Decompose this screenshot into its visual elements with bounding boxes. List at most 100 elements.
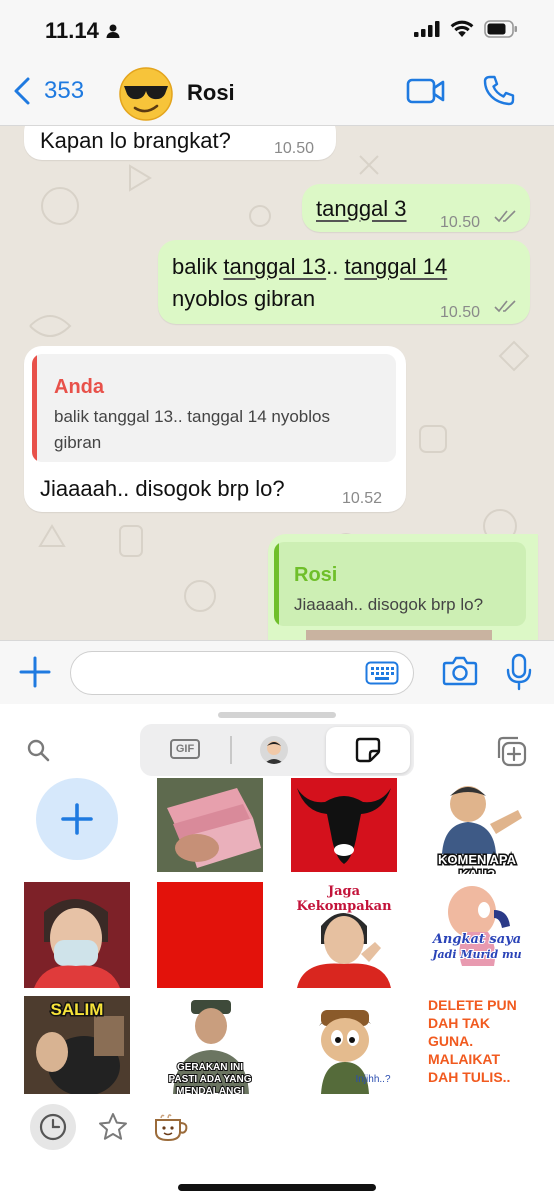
- clock-icon: [39, 1113, 67, 1141]
- quoted-message[interactable]: Rosi Jiaaaah.. disogok brp lo?: [274, 542, 526, 626]
- quoted-message[interactable]: Anda balik tanggal 13.. tanggal 14 nyobl…: [32, 354, 396, 462]
- quote-sender: Anda: [54, 376, 104, 398]
- text-span: balik: [172, 254, 224, 279]
- quote-line: gibran: [54, 433, 102, 452]
- sticker-delete[interactable]: DELETE PUN DAH TAK GUNA. MALAIKAT DAH TU…: [424, 996, 536, 1094]
- message-text: Kapan lo brangkat?: [40, 128, 231, 153]
- phone-icon[interactable]: [482, 74, 516, 108]
- sticker-gerakan[interactable]: GERAKAN INI PASTI ADA YANG MENDALANGI: [157, 996, 263, 1094]
- unread-count: 353: [44, 77, 85, 104]
- quote-text: balik tanggal 13.. tanggal 14 nyoblos gi…: [54, 404, 330, 456]
- outgoing-message[interactable]: balik tanggal 13.. tanggal 14 nyoblos gi…: [158, 240, 530, 324]
- video-call-icon[interactable]: [406, 76, 446, 106]
- sticker-caption: Jaga Kekompakan: [295, 883, 392, 915]
- message-input-bar: [0, 640, 554, 704]
- read-receipt-icon: [494, 210, 516, 223]
- sticker-panel: GIF KOMEN APA Jaga Kekompakan Angkat say…: [0, 704, 554, 1200]
- sticker-caption: Injihh..?: [355, 1074, 391, 1085]
- status-time: 11.14: [45, 18, 121, 44]
- message-time: 10.50: [440, 214, 481, 231]
- panel-grabber[interactable]: [218, 712, 336, 718]
- sticker-pack-icon[interactable]: [152, 1112, 190, 1142]
- search-icon[interactable]: [26, 738, 50, 762]
- segment-divider: [230, 736, 232, 764]
- wifi-icon: [450, 20, 474, 37]
- avatar-face-icon: [264, 741, 284, 764]
- text-span: ..: [326, 254, 345, 279]
- caption-line: PASTI ADA YANG: [168, 1073, 253, 1086]
- caption-line: DELETE PUN: [428, 997, 517, 1013]
- sticker-jaga[interactable]: Jaga Kekompakan: [291, 880, 397, 988]
- back-button[interactable]: 353: [12, 76, 84, 106]
- incoming-message[interactable]: Kapan lo brangkat? 10.50: [24, 126, 336, 160]
- money-sticker-image: [157, 778, 263, 872]
- sticker-angkat[interactable]: Angkat saya Jadi Murid mu: [424, 880, 530, 988]
- message-text: Jiaaaah.. disogok brp lo?: [40, 476, 285, 501]
- chevron-left-icon: [14, 77, 30, 105]
- sticker-caption: DELETE PUN DAH TAK GUNA. MALAIKAT DAH TU…: [424, 996, 536, 1086]
- message-text: balik tanggal 13.. tanggal 14: [172, 252, 447, 282]
- sticker-komen[interactable]: KOMEN APA KAU?: [424, 774, 530, 874]
- caption-line: GUNA.: [428, 1033, 474, 1049]
- contact-avatar[interactable]: [118, 66, 174, 122]
- quote-accent-bar: [274, 542, 279, 626]
- caption-line: MENDALANGI: [175, 1085, 245, 1094]
- status-icons: [414, 20, 518, 38]
- chat-area[interactable]: Kapan lo brangkat? 10.50 tanggal 3 10.50…: [0, 126, 554, 640]
- sticker-red-block[interactable]: [157, 882, 263, 988]
- microphone-icon[interactable]: [506, 653, 532, 691]
- tab-avatar[interactable]: [260, 736, 288, 764]
- text-span: tanggal 13: [223, 254, 327, 279]
- keyboard-icon[interactable]: [365, 661, 399, 685]
- camera-icon[interactable]: [442, 655, 478, 687]
- person-icon: [106, 24, 120, 38]
- add-sticker-icon[interactable]: [494, 734, 528, 768]
- media-type-segmented-control: GIF: [140, 724, 414, 776]
- image-attachment[interactable]: [306, 630, 492, 640]
- sticker-salim[interactable]: SALIM: [24, 996, 130, 1094]
- message-text: tanggal 3: [316, 196, 407, 221]
- quote-sender: Rosi: [294, 564, 338, 586]
- home-indicator[interactable]: [178, 1184, 376, 1191]
- woman-laughing-image: [24, 882, 130, 988]
- sticker-caption: GERAKAN INI PASTI ADA YANG MENDALANGI: [157, 1061, 263, 1094]
- clock-text: 11.14: [45, 18, 99, 43]
- text-span: tanggal 14: [344, 254, 448, 279]
- caption-line: Jadi Murid mu: [431, 947, 522, 962]
- tab-stickers[interactable]: [326, 727, 410, 773]
- caption-line: MALAIKAT: [428, 1051, 501, 1067]
- plus-icon[interactable]: [18, 655, 52, 689]
- recent-stickers-button[interactable]: [30, 1104, 76, 1150]
- caption-line: DAH TAK: [428, 1015, 490, 1031]
- sticker-injih[interactable]: Injihh..?: [291, 996, 397, 1094]
- plus-icon: [61, 803, 93, 835]
- message-time: 10.52: [342, 490, 383, 507]
- create-sticker-button[interactable]: [36, 778, 118, 860]
- message-time: 10.50: [440, 304, 481, 321]
- incoming-reply-message[interactable]: Anda balik tanggal 13.. tanggal 14 nyobl…: [24, 346, 406, 512]
- sticker-caption: SALIM: [49, 999, 105, 1021]
- outgoing-reply-message[interactable]: Rosi Jiaaaah.. disogok brp lo?: [268, 534, 538, 640]
- sticker-bull[interactable]: [291, 778, 397, 872]
- quote-line: balik tanggal 13.. tanggal 14 nyoblos: [54, 407, 330, 426]
- sticker-icon: [355, 737, 381, 763]
- message-text: nyoblos gibran: [172, 286, 316, 311]
- bull-sticker-image: [291, 778, 397, 872]
- chat-header: 353 Rosi: [0, 60, 554, 126]
- star-icon[interactable]: [98, 1112, 128, 1142]
- sticker-woman-laughing[interactable]: [24, 882, 130, 988]
- battery-icon: [484, 20, 517, 38]
- caption-line: GERAKAN INI: [176, 1061, 244, 1074]
- message-time: 10.50: [274, 140, 315, 157]
- tab-gif[interactable]: GIF: [170, 739, 200, 759]
- quote-accent-bar: [32, 354, 37, 462]
- cellular-signal-icon: [414, 21, 440, 37]
- sticker-caption: Angkat saya Jadi Murid mu: [424, 931, 530, 962]
- sticker-money[interactable]: [157, 778, 263, 872]
- caption-line: DAH TULIS..: [428, 1069, 511, 1085]
- status-bar: 11.14: [0, 0, 554, 60]
- caption-line: Angkat saya: [432, 931, 522, 948]
- message-input[interactable]: [70, 651, 414, 695]
- contact-name[interactable]: Rosi: [187, 80, 235, 106]
- outgoing-message[interactable]: tanggal 3 10.50: [302, 184, 530, 232]
